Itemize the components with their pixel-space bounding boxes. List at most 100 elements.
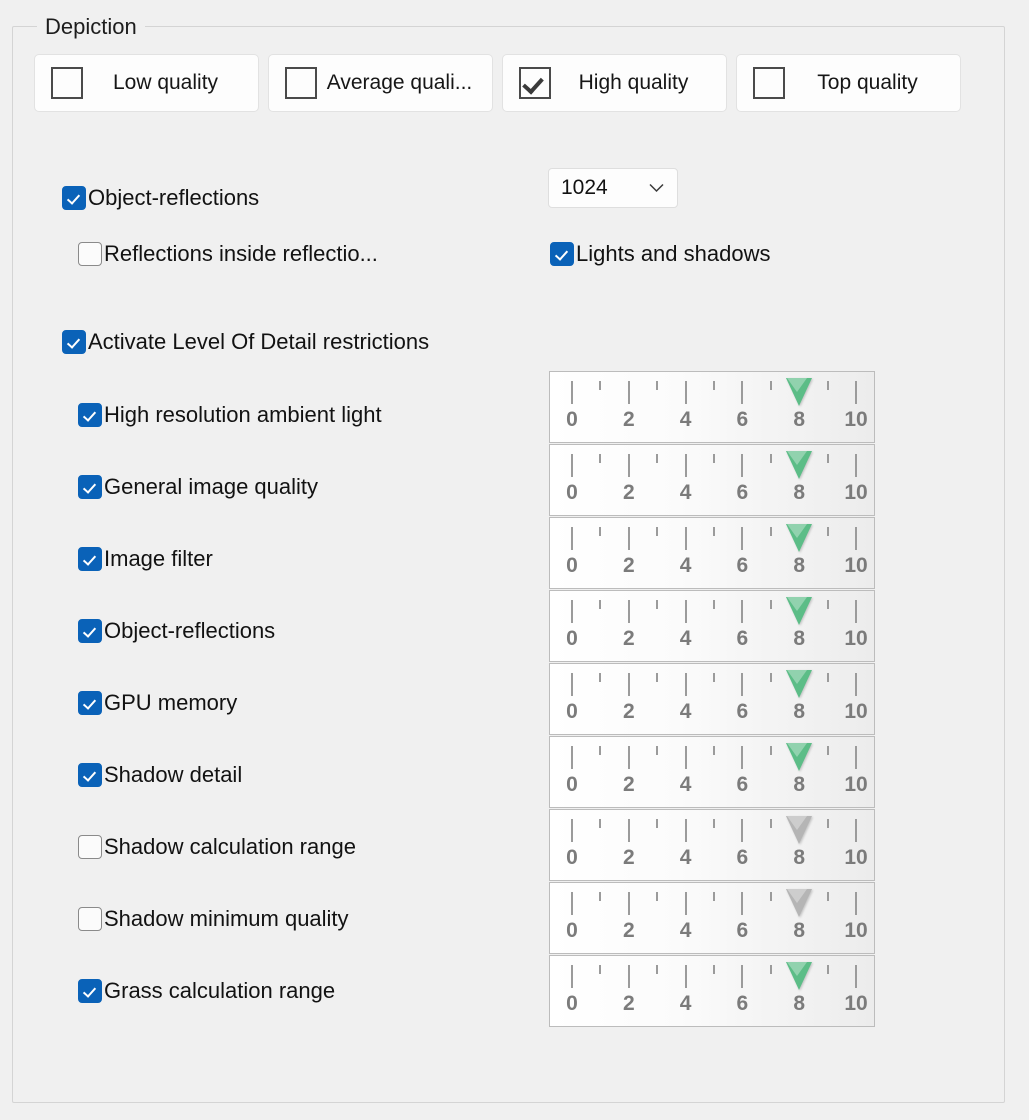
lod-slider-0[interactable]: 0 2 4 6 8 10 [549,371,875,443]
checkbox-row-activate-lod[interactable]: Activate Level Of Detail restrictions [62,330,429,354]
slider-tick-label: 6 [736,627,749,650]
slider-thumb-0[interactable] [786,378,813,406]
lod-slider-1[interactable]: 0 2 4 6 8 10 [549,444,875,516]
lod-slider-4[interactable]: 0 2 4 6 8 10 [549,663,875,735]
quality-button-0[interactable]: Low quality [34,54,259,112]
lod-checkbox-7[interactable] [78,907,102,931]
slider-tick-label: 4 [679,919,692,942]
lod-checkbox-3[interactable] [78,619,102,643]
slider-major-tick [741,746,744,769]
checkbox-reflections-inside[interactable] [78,242,102,266]
lod-checkbox-0[interactable] [78,403,102,427]
slider-tick-label: 6 [736,700,749,723]
slider-major-tick [855,892,857,915]
slider-major-tick [627,965,630,988]
checkbox-row-reflections-inside[interactable]: Reflections inside reflectio... [78,242,378,266]
checkbox-unchecked-icon-0[interactable] [51,67,83,99]
slider-tick-label: 6 [736,846,749,869]
slider-tick-label: 0 [566,919,578,942]
checkbox-object-reflections[interactable] [62,186,86,210]
slider-tick-label: 0 [566,992,578,1015]
lod-slider-8[interactable]: 0 2 4 6 8 10 [549,955,875,1027]
lod-checkbox-row-6[interactable]: Shadow calculation range [78,835,356,859]
quality-button-group: Low quality Average quali... High quality T… [34,54,961,112]
slider-tick-label: 6 [736,554,749,577]
quality-button-2[interactable]: High quality [502,54,727,112]
lod-checkbox-2[interactable] [78,547,102,571]
slider-minor-tick [826,892,829,901]
slider-tick-label: 4 [679,627,692,650]
slider-minor-tick [713,892,715,901]
lod-slider-7[interactable]: 0 2 4 6 8 10 [549,882,875,954]
slider-minor-tick [769,819,772,828]
lod-slider-3[interactable]: 0 2 4 6 8 10 [549,590,875,662]
slider-thumb-6[interactable] [786,816,813,844]
checkbox-row-lights-and-shadows[interactable]: Lights and shadows [550,242,770,266]
lod-slider-6[interactable]: 0 2 4 6 8 10 [549,809,875,881]
slider-tick-label: 8 [793,627,806,650]
lod-slider-2[interactable]: 0 2 4 6 8 10 [549,517,875,589]
resolution-combobox[interactable]: 1024 [548,168,678,208]
slider-major-tick [627,673,630,696]
slider-tick-label: 10 [844,408,868,431]
slider-major-tick [855,381,857,404]
lod-checkbox-row-2[interactable]: Image filter [78,547,213,571]
lod-checkbox-row-5[interactable]: Shadow detail [78,763,242,787]
checkbox-lights-and-shadows[interactable] [550,242,574,266]
lod-checkbox-row-8[interactable]: Grass calculation range [78,979,335,1003]
lod-checkbox-label-0: High resolution ambient light [104,402,382,427]
checkbox-unchecked-icon-3[interactable] [753,67,785,99]
quality-button-label-2: High quality [578,71,689,94]
lod-checkbox-8[interactable] [78,979,102,1003]
slider-major-tick [855,454,857,477]
lod-checkbox-row-7[interactable]: Shadow minimum quality [78,907,349,931]
slider-minor-tick [769,746,772,755]
slider-thumb-2[interactable] [786,524,813,552]
checkbox-activate-lod[interactable] [62,330,86,354]
chevron-down-icon [643,183,677,193]
slider-minor-tick [713,819,715,828]
slider-minor-tick [599,819,602,828]
slider-minor-tick [769,892,772,901]
slider-major-tick [571,454,573,477]
slider-tick-label: 10 [844,773,868,796]
slider-major-tick [741,892,744,915]
slider-major-tick [571,965,573,988]
slider-major-tick [855,965,857,988]
slider-thumb-4[interactable] [786,670,813,698]
lod-checkbox-1[interactable] [78,475,102,499]
lod-checkbox-4[interactable] [78,691,102,715]
slider-tick-label: 10 [844,481,868,504]
slider-thumb-3[interactable] [786,597,813,625]
slider-tick-label: 0 [566,773,578,796]
lod-slider-5[interactable]: 0 2 4 6 8 10 [549,736,875,808]
lod-checkbox-row-4[interactable]: GPU memory [78,691,237,715]
checkbox-unchecked-icon-1[interactable] [285,67,317,99]
slider-minor-tick [656,527,659,536]
slider-minor-tick [826,454,829,463]
quality-button-1[interactable]: Average quali... [268,54,493,112]
quality-button-label-3: Top quality [817,71,918,94]
slider-minor-tick [656,381,659,390]
lod-checkbox-label-8: Grass calculation range [104,978,336,1003]
lod-checkbox-row-1[interactable]: General image quality [78,475,318,499]
checkbox-checked-icon-2[interactable] [519,67,551,99]
slider-minor-tick [599,381,602,390]
slider-minor-tick [826,600,829,609]
lod-checkbox-row-3[interactable]: Object-reflections [78,619,275,643]
slider-minor-tick [769,965,772,974]
slider-tick-label: 8 [793,700,806,723]
quality-button-3[interactable]: Top quality [736,54,961,112]
slider-minor-tick [826,527,829,536]
slider-minor-tick [826,673,829,682]
lod-checkbox-6[interactable] [78,835,102,859]
slider-minor-tick [713,527,715,536]
slider-thumb-5[interactable] [786,743,813,771]
lod-checkbox-5[interactable] [78,763,102,787]
slider-minor-tick [769,454,772,463]
checkbox-row-object-reflections[interactable]: Object-reflections [62,186,259,210]
slider-thumb-8[interactable] [786,962,813,990]
slider-thumb-1[interactable] [786,451,813,479]
lod-checkbox-row-0[interactable]: High resolution ambient light [78,403,382,427]
slider-thumb-7[interactable] [786,889,813,917]
